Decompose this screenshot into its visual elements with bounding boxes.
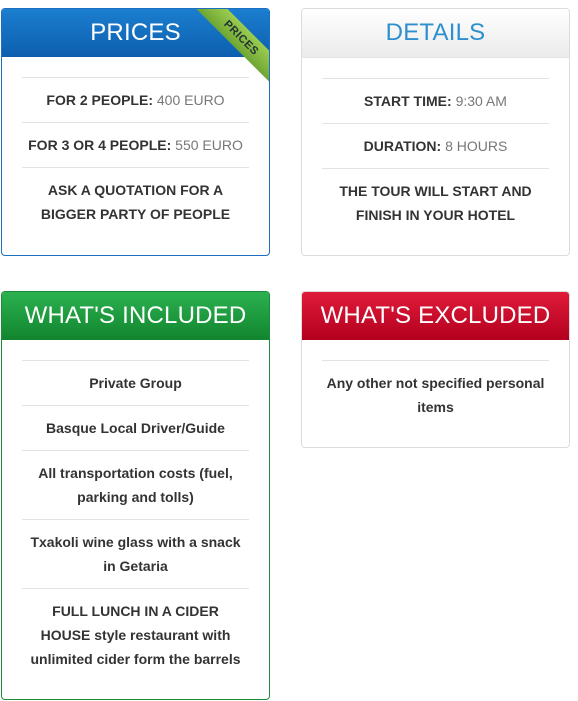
details-header: DETAILS (302, 9, 569, 58)
details-row-label: THE TOUR WILL START AND FINISH IN YOUR H… (339, 183, 532, 223)
prices-ribbon-label: PRICES (190, 9, 269, 89)
price-row-label: FOR 3 OR 4 PEOPLE: (28, 137, 172, 153)
included-body: Private Group Basque Local Driver/Guide … (2, 340, 269, 681)
included-title: WHAT'S INCLUDED (24, 302, 247, 329)
included-card: WHAT'S INCLUDED Private Group Basque Loc… (1, 291, 270, 700)
details-row-value: 8 HOURS (445, 138, 508, 154)
details-row-value: 9:30 AM (455, 93, 507, 109)
list-item: Any other not specified personal items (322, 360, 549, 429)
details-row-hotel: THE TOUR WILL START AND FINISH IN YOUR H… (322, 168, 549, 237)
price-row-value: 550 EURO (175, 137, 243, 153)
list-item: Private Group (22, 360, 249, 405)
details-card: DETAILS START TIME: 9:30 AM DURATION: 8 … (301, 8, 570, 256)
details-body: START TIME: 9:30 AM DURATION: 8 HOURS TH… (302, 58, 569, 237)
price-row-label: FOR 2 PEOPLE: (46, 92, 153, 108)
prices-header: PRICES PRICES (2, 9, 269, 89)
details-row-start-time: START TIME: 9:30 AM (322, 78, 549, 123)
details-title: DETAILS (385, 19, 486, 46)
excluded-card: WHAT'S EXCLUDED Any other not specified … (301, 291, 570, 448)
prices-card: PRICES PRICES FOR 2 PEOPLE: 400 EURO FOR… (1, 8, 270, 256)
details-row-label: DURATION: (363, 138, 442, 154)
details-row-duration: DURATION: 8 HOURS (322, 123, 549, 168)
price-row-label: ASK A QUOTATION FOR A BIGGER PARTY OF PE… (40, 182, 231, 222)
list-item: Basque Local Driver/Guide (22, 405, 249, 450)
details-row-label: START TIME: (364, 93, 452, 109)
list-item: FULL LUNCH IN A CIDER HOUSE style restau… (22, 588, 249, 681)
list-item: All transportation costs (fuel, parking … (22, 450, 249, 519)
price-row-quotation: ASK A QUOTATION FOR A BIGGER PARTY OF PE… (22, 167, 249, 236)
included-header: WHAT'S INCLUDED (2, 292, 269, 340)
list-item: Txakoli wine glass with a snack in Getar… (22, 519, 249, 588)
excluded-title: WHAT'S EXCLUDED (320, 302, 551, 329)
excluded-body: Any other not specified personal items (302, 340, 569, 429)
prices-title: PRICES (90, 19, 181, 46)
price-row-3-4-people: FOR 3 OR 4 PEOPLE: 550 EURO (22, 122, 249, 167)
prices-ribbon: PRICES (181, 9, 269, 97)
excluded-header: WHAT'S EXCLUDED (302, 292, 569, 340)
